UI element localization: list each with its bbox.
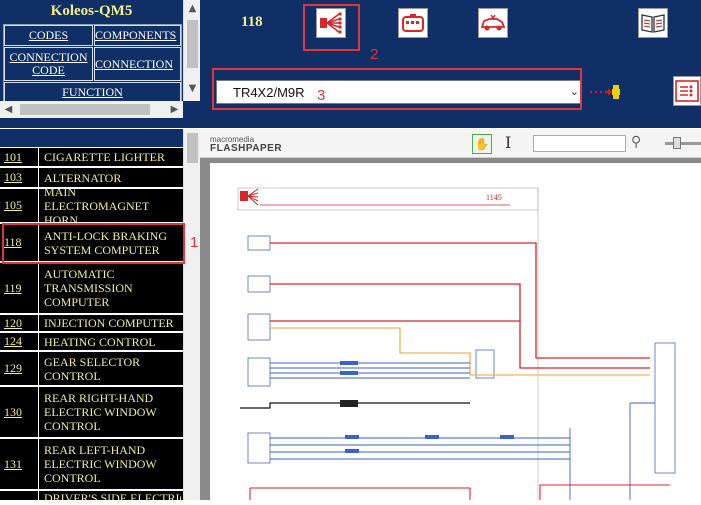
item-label: GEAR SELECTOR CONTROL <box>44 354 144 383</box>
app-title: Koleos-QM5 <box>50 3 133 19</box>
list-item[interactable]: 119 AUTOMATIC TRANSMISSION COMPUTER <box>0 262 183 314</box>
annotation-box-3 <box>212 68 582 110</box>
nav-function-link[interactable]: FUNCTION <box>4 82 181 103</box>
list-item[interactable]: 124 HEATING CONTROL <box>0 332 183 351</box>
nav-grid: CODES COMPONENTS CONNECTION CODE CONNECT… <box>3 24 182 104</box>
item-number[interactable]: 101 <box>4 148 39 166</box>
nav-codes-link[interactable]: CODES <box>4 25 93 46</box>
item-number[interactable]: 131 <box>4 439 39 489</box>
hand-tool-icon[interactable]: ✋ <box>472 134 492 154</box>
scroll-left-icon[interactable]: ◀ <box>0 101 17 118</box>
zoom-slider-thumb[interactable] <box>673 137 681 149</box>
scroll-thumb[interactable] <box>187 133 198 163</box>
book-icon[interactable] <box>638 8 668 38</box>
item-number[interactable]: 103 <box>4 168 39 187</box>
scroll-thumb[interactable] <box>20 104 150 115</box>
connector-diagram-icon[interactable] <box>673 76 701 106</box>
wiring-diagram-page[interactable]: 1145 <box>210 163 701 500</box>
zoom-slider[interactable] <box>665 142 701 145</box>
list-item[interactable]: 129 GEAR SELECTOR CONTROL <box>0 351 183 386</box>
annotation-box-1 <box>2 223 185 264</box>
item-number[interactable]: 130 <box>4 387 39 437</box>
diagram-reference: 1145 <box>486 193 502 202</box>
list-scrollbar[interactable] <box>183 129 201 500</box>
item-number[interactable]: 105 <box>4 189 39 222</box>
item-number[interactable]: 129 <box>4 352 39 385</box>
item-label: CIGARETTE LIGHTER <box>44 150 165 164</box>
item-label: HEATING CONTROL <box>44 334 156 349</box>
scroll-down-icon[interactable]: ▼ <box>184 80 201 97</box>
item-label: ALTERNATOR <box>44 170 122 185</box>
scroll-thumb[interactable] <box>187 20 198 68</box>
connector-block-icon[interactable] <box>398 8 428 38</box>
text-select-icon[interactable]: I <box>505 133 511 152</box>
list-item[interactable]: 120 INJECTION COMPUTER <box>0 314 183 332</box>
item-label: DRIVER'S SIDE ELECTRIC <box>44 491 181 500</box>
item-label: REAR LEFT-HAND ELECTRIC WINDOW CONTROL <box>44 443 160 485</box>
search-icon[interactable]: ⚲ <box>631 134 641 150</box>
scroll-up-icon[interactable]: ▲ <box>184 0 201 17</box>
component-list: 101 CIGARETTE LIGHTER 103 ALTERNATOR 105… <box>0 147 183 500</box>
annotation-label-1: 1 <box>190 234 199 251</box>
component-list-panel: 101 CIGARETTE LIGHTER 103 ALTERNATOR 105… <box>0 129 201 500</box>
item-label: INJECTION COMPUTER <box>44 316 174 330</box>
nav-horizontal-scrollbar[interactable]: ◀ ▶ <box>0 101 183 118</box>
annotation-box-2 <box>303 4 360 51</box>
item-label: MAIN ELECTROMAGNET HORN <box>44 189 153 222</box>
item-number[interactable] <box>4 491 39 500</box>
item-number[interactable]: 120 <box>4 315 39 331</box>
component-number: 118 <box>241 14 263 30</box>
item-number[interactable]: 119 <box>4 263 39 313</box>
logo-bottom-text: FLASHPAPER <box>210 143 283 154</box>
list-item[interactable]: 105 MAIN ELECTROMAGNET HORN <box>0 188 183 223</box>
list-item[interactable]: 103 ALTERNATOR <box>0 167 183 188</box>
add-connection-icon[interactable] <box>588 78 622 106</box>
annotation-label-3: 3 <box>317 87 326 104</box>
search-input[interactable] <box>533 135 626 152</box>
nav-connection-link[interactable]: CONNECTION <box>94 47 181 81</box>
nav-components-link[interactable]: COMPONENTS <box>94 25 181 46</box>
annotation-label-2: 2 <box>370 46 379 63</box>
item-number[interactable]: 124 <box>4 333 39 350</box>
item-label: AUTOMATIC TRANSMISSION COMPUTER <box>44 267 136 309</box>
list-item[interactable]: 101 CIGARETTE LIGHTER <box>0 147 183 167</box>
nav-vertical-scrollbar[interactable]: ▲ ▼ <box>183 0 201 101</box>
flashpaper-logo: macromedia FLASHPAPER <box>210 135 283 154</box>
list-item[interactable]: 130 REAR RIGHT-HAND ELECTRIC WINDOW CONT… <box>0 386 183 438</box>
list-item[interactable]: 131 REAR LEFT-HAND ELECTRIC WINDOW CONTR… <box>0 438 183 490</box>
nav-connection-code-link[interactable]: CONNECTION CODE <box>4 47 93 81</box>
list-item[interactable]: DRIVER'S SIDE ELECTRIC <box>0 490 183 500</box>
vehicle-icon[interactable] <box>478 8 508 38</box>
wiring-diagram: 1145 <box>237 187 676 500</box>
item-label: REAR RIGHT-HAND ELECTRIC WINDOW CONTROL <box>44 391 160 433</box>
scroll-right-icon[interactable]: ▶ <box>166 101 183 118</box>
